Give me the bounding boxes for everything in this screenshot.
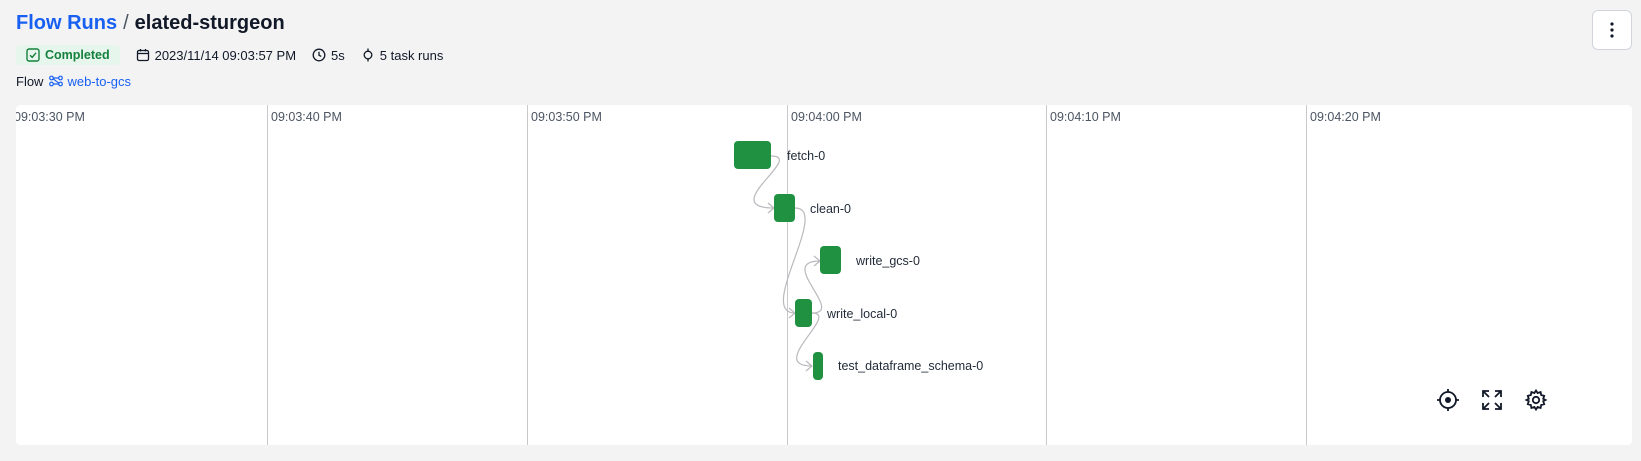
- center-view-button[interactable]: [1434, 386, 1462, 414]
- edge-clean-write-local: [782, 207, 806, 314]
- breadcrumb: Flow Runs / elated-sturgeon: [16, 9, 285, 37]
- duration: 5s: [312, 48, 345, 63]
- page-title: elated-sturgeon: [134, 12, 285, 34]
- fullscreen-button[interactable]: [1478, 386, 1506, 414]
- task-runs-count: 5 task runs: [361, 47, 444, 63]
- task-label-test-dataframe-schema-0[interactable]: test_dataframe_schema-0: [838, 359, 983, 373]
- flow-link[interactable]: web-to-gcs: [49, 74, 131, 89]
- flow-label: Flow: [16, 73, 44, 89]
- task-node-write-local-0[interactable]: [795, 299, 812, 327]
- expand-icon: [1482, 390, 1502, 410]
- check-square-icon: [26, 48, 40, 62]
- start-time: 2023/11/14 09:03:57 PM: [136, 48, 296, 63]
- task-label-write-local-0[interactable]: write_local-0: [827, 307, 897, 321]
- task-run-icon: [363, 48, 373, 62]
- task-node-fetch-0[interactable]: [734, 141, 771, 169]
- duration-text: 5s: [331, 47, 345, 63]
- status-badge: Completed: [16, 45, 120, 65]
- task-node-write-gcs-0[interactable]: [820, 246, 841, 274]
- more-actions-button[interactable]: [1592, 10, 1632, 50]
- flow-run-meta: Completed 2023/11/14 09:03:57 PM 5s 5 ta…: [16, 44, 443, 66]
- clock-icon: [312, 48, 326, 62]
- flow-name: web-to-gcs: [67, 73, 132, 89]
- task-node-test-dataframe-schema-0[interactable]: [813, 352, 823, 380]
- crosshair-icon: [1437, 389, 1459, 411]
- start-time-text: 2023/11/14 09:03:57 PM: [154, 47, 297, 63]
- calendar-icon: [136, 49, 149, 62]
- task-label-clean-0[interactable]: clean-0: [810, 202, 851, 216]
- more-vertical-icon: [1610, 22, 1614, 38]
- task-node-clean-0[interactable]: [774, 194, 795, 222]
- status-label: Completed: [45, 48, 110, 62]
- flow-run-timeline[interactable]: 09:03:30 PM 09:03:40 PM 09:03:50 PM 09:0…: [16, 105, 1632, 445]
- task-label-write-gcs-0[interactable]: write_gcs-0: [856, 254, 920, 268]
- task-label-fetch-0[interactable]: fetch-0: [787, 149, 825, 163]
- graph-settings-button[interactable]: [1522, 386, 1550, 414]
- breadcrumb-flow-runs-link[interactable]: Flow Runs: [16, 9, 117, 37]
- flow-info: Flow web-to-gcs: [16, 72, 131, 90]
- task-runs-text: 5 task runs: [379, 47, 444, 63]
- breadcrumb-separator: /: [123, 12, 129, 34]
- flow-icon: [49, 75, 64, 87]
- gear-icon: [1524, 388, 1548, 412]
